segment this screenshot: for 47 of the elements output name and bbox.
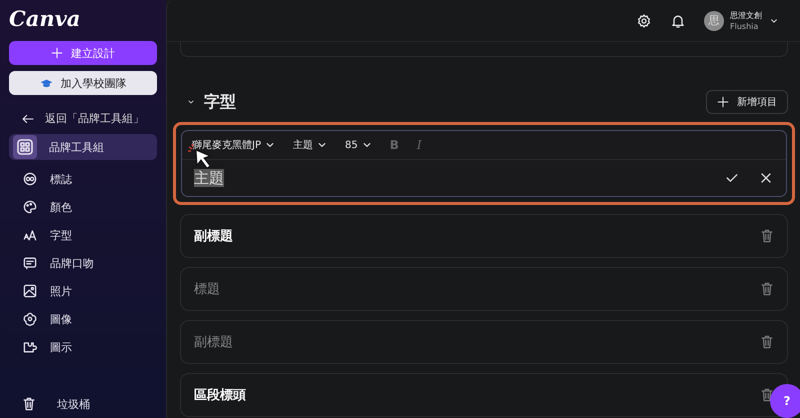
trash-link[interactable]: 垃圾桶: [9, 394, 157, 418]
add-item-button[interactable]: 新增項目: [706, 90, 788, 114]
size-dropdown[interactable]: 85: [344, 138, 374, 152]
font-style-label: 區段標頭: [194, 387, 246, 404]
create-design-button[interactable]: 建立設計: [9, 41, 157, 65]
sidebar-item[interactable]: 字型: [9, 222, 157, 248]
font-style-row[interactable]: 副標題: [180, 320, 788, 364]
kit-icon: [13, 135, 37, 159]
font-style-row[interactable]: 標題: [180, 267, 788, 311]
text-input[interactable]: 主題: [194, 168, 724, 188]
font-style-label: 副標題: [194, 228, 233, 245]
bell-icon: [670, 12, 686, 28]
sidebar-item[interactable]: 圖示: [9, 334, 157, 360]
trash-icon: [759, 334, 775, 350]
plus-icon: [51, 47, 63, 59]
section-toggle[interactable]: 字型: [186, 92, 236, 112]
trash-icon: [759, 387, 775, 403]
sidebar-item[interactable]: 顏色: [9, 194, 157, 220]
flower-icon: [22, 311, 38, 327]
speech-icon: [22, 255, 38, 271]
logo-icon: [22, 171, 38, 187]
graduation-cap-icon: [40, 76, 52, 90]
font-style-row[interactable]: 副標題: [180, 214, 788, 258]
plus-icon: [717, 96, 729, 108]
help-button[interactable]: ?: [770, 384, 800, 418]
account-menu[interactable]: 思 思澄文創 Flushia: [704, 10, 780, 32]
font-dropdown[interactable]: 獅尾麥克黑體JP: [192, 138, 277, 152]
font-style-label: 副標題: [194, 334, 233, 351]
back-link[interactable]: 返回「品牌工具組」: [9, 101, 157, 134]
sidebar-item[interactable]: 標誌: [9, 166, 157, 192]
palette-icon: [22, 199, 38, 215]
canva-logo[interactable]: Canva: [9, 6, 80, 31]
user-avatar: 思: [704, 10, 724, 30]
sidebar-item[interactable]: 品牌工具組: [9, 134, 157, 160]
sidebar-item[interactable]: 照片: [9, 278, 157, 304]
trash-icon: [759, 228, 775, 244]
sidebar-item[interactable]: 品牌口吻: [9, 250, 157, 276]
image-icon: [22, 283, 38, 299]
join-school-team-button[interactable]: 加入學校團隊: [9, 71, 157, 95]
trash-icon: [21, 396, 37, 412]
settings-icon: [636, 12, 652, 28]
sidebar-item[interactable]: 圖像: [9, 306, 157, 332]
team-name: Flushia: [730, 20, 760, 32]
font-style-label: 標題: [194, 281, 220, 298]
user-name: 思澄文創: [730, 10, 762, 20]
trash-icon: [759, 281, 775, 297]
style-dropdown[interactable]: 主題: [292, 138, 329, 152]
